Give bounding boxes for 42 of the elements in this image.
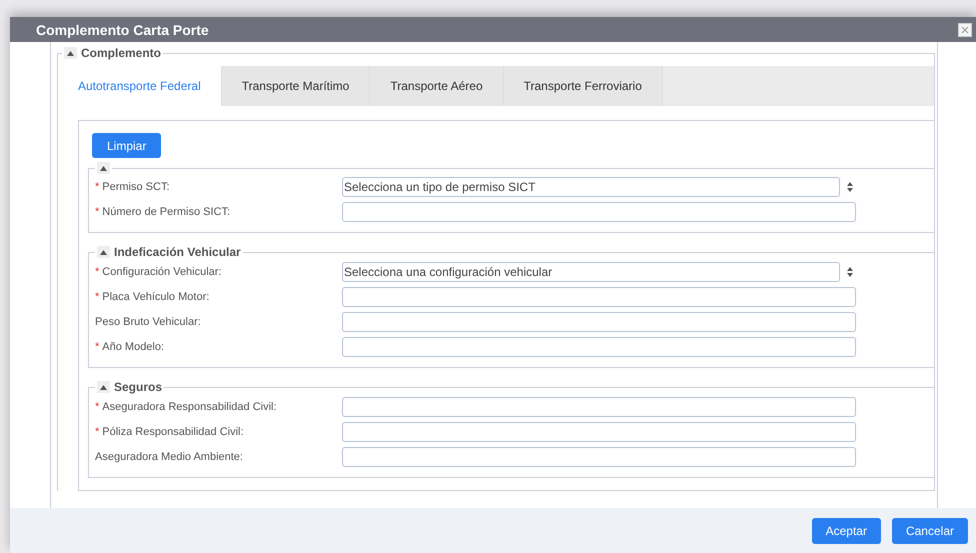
close-icon bbox=[961, 26, 969, 34]
field-label: Número de Permiso SICT: bbox=[102, 206, 230, 218]
input-field[interactable] bbox=[342, 446, 856, 466]
caret-up-icon[interactable] bbox=[64, 47, 77, 59]
field-label: Póliza Responsabilidad Civil: bbox=[102, 426, 244, 438]
field-label: Permiso SCT: bbox=[102, 180, 170, 192]
window-title: Complemento Carta Porte bbox=[36, 22, 209, 38]
input-field[interactable] bbox=[342, 396, 856, 416]
field-label: Configuración Vehicular: bbox=[102, 266, 222, 278]
caret-up-icon[interactable] bbox=[97, 381, 110, 393]
field-label: Aseguradora Medio Ambiente: bbox=[95, 450, 243, 462]
caret-up-icon[interactable] bbox=[97, 162, 110, 174]
tab[interactable]: Autotransporte Federal bbox=[62, 66, 222, 106]
input-field[interactable] bbox=[342, 286, 856, 306]
section-legend: Seguros bbox=[114, 380, 162, 394]
tab[interactable]: Transporte Aéreo bbox=[370, 66, 504, 106]
tab[interactable]: Transporte Marítimo bbox=[222, 66, 370, 106]
required-marker: * bbox=[95, 400, 100, 412]
select-field[interactable]: Selecciona una configuración vehicular bbox=[342, 262, 840, 282]
close-button[interactable] bbox=[958, 22, 972, 36]
input-field[interactable] bbox=[342, 422, 856, 442]
caret-up-icon[interactable] bbox=[97, 246, 110, 258]
tab[interactable]: Transporte Ferroviario bbox=[504, 66, 663, 106]
required-marker: * bbox=[95, 180, 100, 192]
required-marker: * bbox=[95, 340, 100, 352]
select-field[interactable]: Selecciona un tipo de permiso SICT bbox=[342, 176, 840, 196]
clear-button[interactable]: Limpiar bbox=[92, 133, 162, 158]
required-marker: * bbox=[95, 290, 100, 302]
required-marker: * bbox=[95, 426, 100, 438]
field-label: Peso Bruto Vehicular: bbox=[95, 316, 201, 328]
field-label: Placa Vehículo Motor: bbox=[102, 290, 210, 302]
cancel-button[interactable]: Cancelar bbox=[892, 518, 968, 544]
required-marker: * bbox=[95, 266, 100, 278]
input-field[interactable] bbox=[342, 202, 856, 222]
section-legend: Indeficación Vehicular bbox=[114, 245, 241, 259]
section-legend: Complemento bbox=[81, 46, 162, 60]
field-label: Año Modelo: bbox=[102, 340, 164, 352]
accept-button[interactable]: Aceptar bbox=[812, 518, 881, 544]
required-marker: * bbox=[95, 206, 100, 218]
input-field[interactable] bbox=[342, 336, 856, 356]
input-field[interactable] bbox=[342, 312, 856, 332]
field-label: Aseguradora Responsabilidad Civil: bbox=[102, 400, 277, 412]
